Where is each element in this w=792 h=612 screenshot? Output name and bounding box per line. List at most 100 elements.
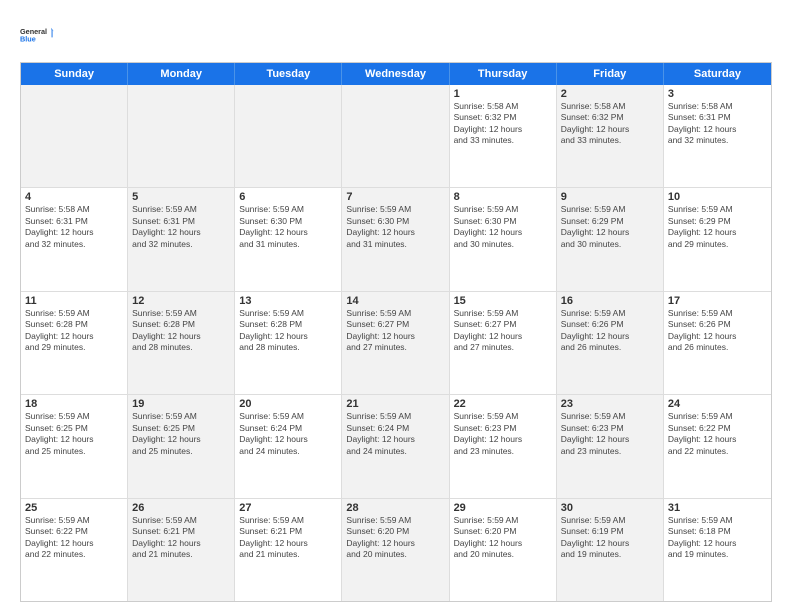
- day-info: Sunrise: 5:59 AM Sunset: 6:24 PM Dayligh…: [239, 411, 337, 457]
- calendar-cell: 11Sunrise: 5:59 AM Sunset: 6:28 PM Dayli…: [21, 292, 128, 394]
- calendar-cell: 8Sunrise: 5:59 AM Sunset: 6:30 PM Daylig…: [450, 188, 557, 290]
- calendar-cell: 17Sunrise: 5:59 AM Sunset: 6:26 PM Dayli…: [664, 292, 771, 394]
- calendar-cell: 27Sunrise: 5:59 AM Sunset: 6:21 PM Dayli…: [235, 499, 342, 601]
- calendar-cell: 18Sunrise: 5:59 AM Sunset: 6:25 PM Dayli…: [21, 395, 128, 497]
- day-number: 26: [132, 502, 230, 514]
- calendar-row: 11Sunrise: 5:59 AM Sunset: 6:28 PM Dayli…: [21, 292, 771, 395]
- day-number: 17: [668, 295, 767, 307]
- weekday-header: Monday: [128, 63, 235, 85]
- day-number: 2: [561, 88, 659, 100]
- calendar-cell: 29Sunrise: 5:59 AM Sunset: 6:20 PM Dayli…: [450, 499, 557, 601]
- day-info: Sunrise: 5:59 AM Sunset: 6:21 PM Dayligh…: [132, 515, 230, 561]
- calendar-cell: 28Sunrise: 5:59 AM Sunset: 6:20 PM Dayli…: [342, 499, 449, 601]
- calendar-cell: 25Sunrise: 5:59 AM Sunset: 6:22 PM Dayli…: [21, 499, 128, 601]
- svg-text:Blue: Blue: [20, 34, 36, 43]
- day-number: 1: [454, 88, 552, 100]
- weekday-header: Thursday: [450, 63, 557, 85]
- calendar-cell: 12Sunrise: 5:59 AM Sunset: 6:28 PM Dayli…: [128, 292, 235, 394]
- day-number: 19: [132, 398, 230, 410]
- calendar-row: 25Sunrise: 5:59 AM Sunset: 6:22 PM Dayli…: [21, 499, 771, 601]
- day-number: 14: [346, 295, 444, 307]
- day-number: 12: [132, 295, 230, 307]
- day-info: Sunrise: 5:59 AM Sunset: 6:28 PM Dayligh…: [239, 308, 337, 354]
- day-info: Sunrise: 5:59 AM Sunset: 6:22 PM Dayligh…: [25, 515, 123, 561]
- calendar-cell: 9Sunrise: 5:59 AM Sunset: 6:29 PM Daylig…: [557, 188, 664, 290]
- calendar-cell: [21, 85, 128, 187]
- day-info: Sunrise: 5:58 AM Sunset: 6:31 PM Dayligh…: [25, 204, 123, 250]
- day-info: Sunrise: 5:59 AM Sunset: 6:26 PM Dayligh…: [668, 308, 767, 354]
- calendar-cell: [342, 85, 449, 187]
- day-info: Sunrise: 5:59 AM Sunset: 6:20 PM Dayligh…: [346, 515, 444, 561]
- calendar-cell: 19Sunrise: 5:59 AM Sunset: 6:25 PM Dayli…: [128, 395, 235, 497]
- day-info: Sunrise: 5:59 AM Sunset: 6:27 PM Dayligh…: [346, 308, 444, 354]
- day-number: 27: [239, 502, 337, 514]
- day-number: 18: [25, 398, 123, 410]
- calendar-cell: 2Sunrise: 5:58 AM Sunset: 6:32 PM Daylig…: [557, 85, 664, 187]
- calendar-cell: [235, 85, 342, 187]
- day-number: 8: [454, 191, 552, 203]
- calendar-cell: 15Sunrise: 5:59 AM Sunset: 6:27 PM Dayli…: [450, 292, 557, 394]
- day-number: 30: [561, 502, 659, 514]
- calendar-cell: 21Sunrise: 5:59 AM Sunset: 6:24 PM Dayli…: [342, 395, 449, 497]
- day-info: Sunrise: 5:59 AM Sunset: 6:26 PM Dayligh…: [561, 308, 659, 354]
- day-info: Sunrise: 5:59 AM Sunset: 6:22 PM Dayligh…: [668, 411, 767, 457]
- day-number: 5: [132, 191, 230, 203]
- day-info: Sunrise: 5:59 AM Sunset: 6:29 PM Dayligh…: [668, 204, 767, 250]
- day-number: 22: [454, 398, 552, 410]
- calendar-cell: 7Sunrise: 5:59 AM Sunset: 6:30 PM Daylig…: [342, 188, 449, 290]
- day-info: Sunrise: 5:59 AM Sunset: 6:27 PM Dayligh…: [454, 308, 552, 354]
- calendar-cell: 26Sunrise: 5:59 AM Sunset: 6:21 PM Dayli…: [128, 499, 235, 601]
- day-number: 10: [668, 191, 767, 203]
- calendar-cell: 30Sunrise: 5:59 AM Sunset: 6:19 PM Dayli…: [557, 499, 664, 601]
- day-number: 7: [346, 191, 444, 203]
- calendar-cell: 24Sunrise: 5:59 AM Sunset: 6:22 PM Dayli…: [664, 395, 771, 497]
- day-info: Sunrise: 5:59 AM Sunset: 6:23 PM Dayligh…: [561, 411, 659, 457]
- day-number: 24: [668, 398, 767, 410]
- day-number: 16: [561, 295, 659, 307]
- calendar-cell: [128, 85, 235, 187]
- calendar-body: 1Sunrise: 5:58 AM Sunset: 6:32 PM Daylig…: [21, 85, 771, 601]
- logo: General Blue: [20, 18, 54, 52]
- calendar-row: 4Sunrise: 5:58 AM Sunset: 6:31 PM Daylig…: [21, 188, 771, 291]
- day-number: 23: [561, 398, 659, 410]
- day-info: Sunrise: 5:59 AM Sunset: 6:31 PM Dayligh…: [132, 204, 230, 250]
- day-number: 13: [239, 295, 337, 307]
- day-info: Sunrise: 5:58 AM Sunset: 6:32 PM Dayligh…: [454, 101, 552, 147]
- calendar: SundayMondayTuesdayWednesdayThursdayFrid…: [20, 62, 772, 602]
- weekday-header: Friday: [557, 63, 664, 85]
- day-number: 28: [346, 502, 444, 514]
- header: General Blue: [20, 18, 772, 52]
- day-number: 15: [454, 295, 552, 307]
- weekday-header: Sunday: [21, 63, 128, 85]
- calendar-cell: 4Sunrise: 5:58 AM Sunset: 6:31 PM Daylig…: [21, 188, 128, 290]
- day-number: 4: [25, 191, 123, 203]
- day-info: Sunrise: 5:59 AM Sunset: 6:23 PM Dayligh…: [454, 411, 552, 457]
- calendar-cell: 1Sunrise: 5:58 AM Sunset: 6:32 PM Daylig…: [450, 85, 557, 187]
- day-number: 9: [561, 191, 659, 203]
- day-info: Sunrise: 5:59 AM Sunset: 6:28 PM Dayligh…: [25, 308, 123, 354]
- calendar-cell: 22Sunrise: 5:59 AM Sunset: 6:23 PM Dayli…: [450, 395, 557, 497]
- calendar-row: 18 Sunrise: 5:59 AM Sunset: 6:25 PM Dayli…: [21, 395, 771, 498]
- day-info: Sunrise: 5:59 AM Sunset: 6:29 PM Dayligh…: [561, 204, 659, 250]
- calendar-cell: 31Sunrise: 5:59 AM Sunset: 6:18 PM Dayli…: [664, 499, 771, 601]
- calendar-cell: 10Sunrise: 5:59 AM Sunset: 6:29 PM Dayli…: [664, 188, 771, 290]
- calendar-cell: 23Sunrise: 5:59 AM Sunset: 6:23 PM Dayli…: [557, 395, 664, 497]
- day-info: Sunrise: 5:59 AM Sunset: 6:20 PM Dayligh…: [454, 515, 552, 561]
- day-info: Sunrise: 5:59 AM Sunset: 6:28 PM Dayligh…: [132, 308, 230, 354]
- day-info: Sunrise: 5:59 AM Sunset: 6:21 PM Dayligh…: [239, 515, 337, 561]
- calendar-cell: 3Sunrise: 5:58 AM Sunset: 6:31 PM Daylig…: [664, 85, 771, 187]
- day-info: Sunrise: 5:59 AM Sunset: 6:19 PM Dayligh…: [561, 515, 659, 561]
- weekday-header: Tuesday: [235, 63, 342, 85]
- day-info: Sunrise: 5:59 AM Sunset: 6:24 PM Dayligh…: [346, 411, 444, 457]
- day-info: Sunrise: 5:59 AM Sunset: 6:30 PM Dayligh…: [239, 204, 337, 250]
- weekday-header: Wednesday: [342, 63, 449, 85]
- day-info: Sunrise: 5:59 AM Sunset: 6:25 PM Dayligh…: [132, 411, 230, 457]
- calendar-cell: 6Sunrise: 5:59 AM Sunset: 6:30 PM Daylig…: [235, 188, 342, 290]
- day-info: Sunrise: 5:59 AM Sunset: 6:30 PM Dayligh…: [454, 204, 552, 250]
- calendar-cell: 20Sunrise: 5:59 AM Sunset: 6:24 PM Dayli…: [235, 395, 342, 497]
- day-number: 25: [25, 502, 123, 514]
- weekday-header: Saturday: [664, 63, 771, 85]
- day-info: Sunrise: 5:58 AM Sunset: 6:32 PM Dayligh…: [561, 101, 659, 147]
- day-number: 20: [239, 398, 337, 410]
- day-number: 11: [25, 295, 123, 307]
